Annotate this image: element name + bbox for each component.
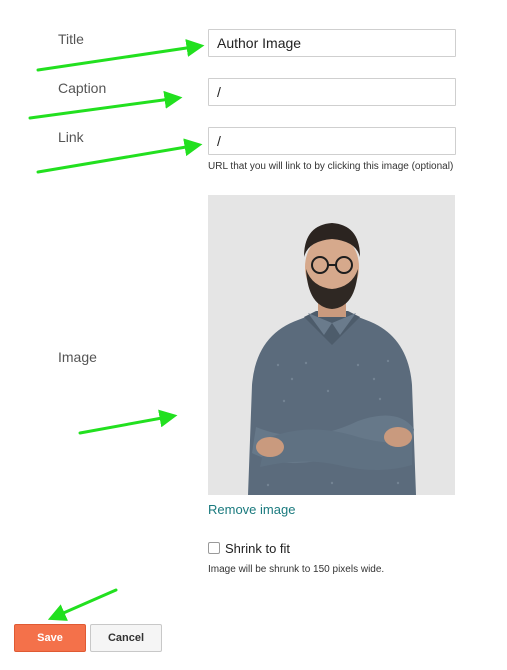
title-input[interactable] [208,29,456,57]
shrink-hint: Image will be shrunk to 150 pixels wide. [208,564,385,575]
title-label: Title [58,31,84,47]
arrow-icon [28,90,183,120]
arrow-icon [36,39,205,72]
remove-image-link[interactable]: Remove image [208,502,295,517]
arrow-icon [78,409,178,435]
save-button[interactable]: Save [14,624,86,652]
author-photo-illustration [208,195,455,495]
link-hint: URL that you will link to by clicking th… [208,161,454,172]
shrink-to-fit-checkbox[interactable] [208,542,220,554]
cancel-button[interactable]: Cancel [90,624,162,652]
link-input[interactable] [208,127,456,155]
caption-label: Caption [58,80,107,96]
image-label: Image [58,349,97,365]
arrow-icon [36,138,203,174]
shrink-to-fit-label[interactable]: Shrink to fit [225,541,290,556]
author-photo [208,195,455,495]
link-label: Link [58,129,84,145]
caption-input[interactable] [208,78,456,106]
widget-config-panel: Title Caption Link URL that you will lin… [0,0,507,670]
arrow-icon [47,588,118,621]
